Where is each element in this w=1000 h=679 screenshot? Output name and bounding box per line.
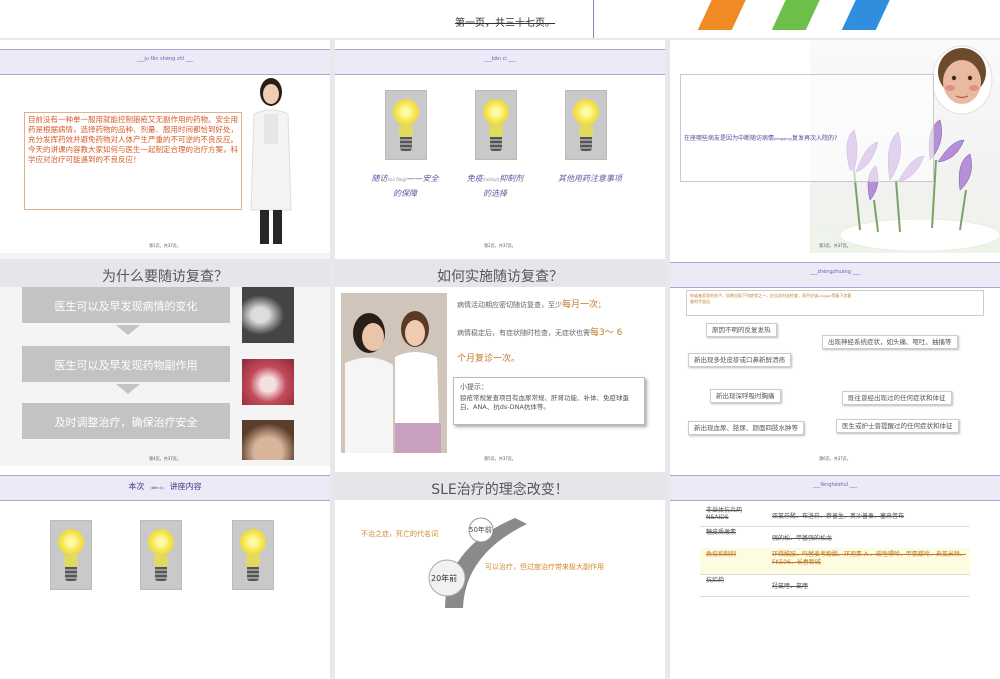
slide-thumbnail-4[interactable]: 为什么要随访复查？ 医生可以及早发现病情的变化 医生可以及早发现药物副作用 及时…: [0, 253, 330, 466]
question-box: [680, 74, 934, 182]
header-text: ___ju fǎn shèng zhǐ ___: [136, 56, 194, 62]
frequency-line-3: 个月复诊一次。: [457, 354, 521, 364]
slide-title: SLE治疗的理念改变！: [431, 482, 569, 498]
slide-title: 如何实施随访复查？: [437, 269, 563, 285]
symptom-chest-pain: 新出现深呼吸时胸痛: [710, 389, 781, 403]
timeline-arc-graphic: [428, 517, 527, 608]
question-text: 在座哪些病友是因为中断随访病情(bìngqíng)复发再次入院的?: [684, 135, 838, 142]
symptom-reminded: 医生或护士曾提醒过的任何症状和体征: [836, 419, 959, 433]
lightbulb-icon: [385, 90, 427, 160]
lightbulb-icon: [50, 520, 92, 590]
slide-thumbnail-7[interactable]: 本次 (běn cì) 讲座内容: [0, 466, 330, 679]
page-number: 第2页，共37页。: [484, 243, 516, 248]
drug-row-immunosuppressants: 免疫抑制剂 环磷酰胺、吗替麦考酚酯、环孢素 A 、硫唑嘌呤、甲氨蝶呤、来氟米特、F…: [700, 548, 970, 575]
slide-thumbnail-6[interactable]: ___zhèngzhuàng ___ 你或者家里的孩子，如果出现下列症状之一，应…: [670, 253, 1000, 466]
symptom-fever: 原因不明的反复发热: [706, 323, 777, 337]
caption-other-notes: 其他用药注意事项: [558, 174, 622, 183]
drug-row-nsaids: 非甾体抗炎药NSAIDS 双氯芬酸、布洛芬、萘普生、奥沙普秦、塞来昔布: [700, 504, 970, 527]
caption-immunosuppressant: 免疫(miǎnyì)抑制剂 的选择: [466, 174, 524, 198]
lightbulb-icon: [232, 520, 274, 590]
tip-body: 狼疮常规复查项目有血尿常规、肝肾功能、补体、免疫球蛋白、ANA、抗ds-DNA抗…: [460, 394, 629, 411]
slide-title: 为什么要随访复查？: [102, 269, 228, 285]
header-text: ___zhèngzhuàng ___: [809, 269, 861, 275]
title-bar: 如何实施随访复查？: [335, 259, 665, 287]
symptom-rash: 新出现多处皮疹或口鼻新鲜溃疡: [688, 353, 791, 367]
lightbulb-icon: [140, 520, 182, 590]
page-number: 第1页，共37页。: [149, 243, 181, 248]
badge-20-years: 20年前: [431, 574, 458, 583]
title-bar: SLE治疗的理念改变！: [335, 472, 665, 500]
page-number: 第5页，共37页。: [484, 456, 516, 461]
intro-textbox: 目前没有一种单一服用就能控制狼疮又无副作用的药物。安全用药是根据病情，选择药物的…: [24, 112, 242, 210]
slide-thumbnail-8[interactable]: SLE治疗的理念改变！ 50年前 20年前 不治之症，死亡的代名词 可以治疗，但…: [335, 466, 665, 679]
reason-box-2: 医生可以及早发现药物副作用: [22, 346, 230, 382]
badge-50-years: 50年前: [469, 526, 492, 534]
orange-shape: [697, 0, 753, 30]
divider: [593, 0, 594, 38]
slide-header-band: ___zhèngzhuàng ___: [670, 262, 1000, 288]
frequency-line-2: 病情稳定后，有症状随时检查，无症状也需每3～ 6: [457, 328, 623, 338]
down-arrow-icon: [116, 384, 140, 394]
slide-thumbnail-5[interactable]: 如何实施随访复查？ 病情活动期应密切随访复查，至少每月一次； 病情稳定后，有症状…: [335, 253, 665, 466]
title-bar: 为什么要随访复查？: [0, 259, 330, 287]
slide-thumbnail-3[interactable]: 在座哪些病友是因为中断随访病情(bìngqíng)复发再次入院的? 第3页，共3…: [670, 40, 1000, 253]
recent-label: 可以治疗，但过度治疗带来极大副作用: [485, 563, 604, 571]
mouth-ulcer-image: [242, 359, 294, 405]
warning-note-box: 你或者家里的孩子，如果出现下列症状之一，应当及时去检查，而不应该(yīnggāi…: [686, 290, 984, 316]
doctor-image: [250, 78, 292, 244]
tip-box: 小提示： 狼疮常规复查项目有血尿常规、肝肾功能、补体、免疫球蛋白、ANA、抗ds…: [453, 377, 645, 425]
frequency-line-1: 病情活动期应密切随访复查，至少每月一次；: [457, 300, 606, 310]
page-number: 第4页，共37页。: [149, 456, 181, 461]
header-text: ___bān cì ___: [484, 56, 516, 62]
reason-box-1: 医生可以及早发现病情的变化: [22, 287, 230, 323]
header-text: ___fēnghéshuǐ ___: [812, 482, 858, 488]
down-arrow-icon: [116, 325, 140, 335]
slide-thumbnail-1[interactable]: ___ju fǎn shèng zhǐ ___ 目前没有一种单一服用就能控制狼疮…: [0, 40, 330, 253]
drug-row-antimalarials: 抗疟药 羟氯喹、氯喹: [700, 574, 970, 597]
lecture-title: 本次 (běn cì) 讲座内容: [128, 482, 202, 491]
page-number: 第6页，共37页。: [819, 456, 851, 461]
caption-followup: 随访(suí fǎng)——安全 的保障: [371, 174, 439, 198]
slide-page-title: 第一页，共三十七页。: [455, 18, 555, 29]
slide-header-band: ___fēnghéshuǐ ___: [670, 475, 1000, 501]
chest-xray-image: [242, 287, 294, 343]
tip-title: 小提示：: [460, 383, 488, 391]
top-strip: 第一页，共三十七页。: [0, 0, 1000, 38]
drug-row-steroids: 糖皮质激素 强的松、甲基强的松龙: [700, 526, 970, 549]
scalp-image: [242, 420, 294, 460]
symptom-neuro: 出现神经系统症状，如头痛、呕吐、抽搐等: [822, 335, 958, 349]
reason-box-3: 及时调整治疗，确保治疗安全: [22, 403, 230, 439]
slide-thumbnail-9[interactable]: ___fēnghéshuǐ ___ 非甾体抗炎药NSAIDS 双氯芬酸、布洛芬、萘…: [670, 466, 1000, 679]
slide-thumbnail-2[interactable]: ___bān cì ___ 随访(suí fǎng)——安全 的保障 免疫(miǎ…: [335, 40, 665, 253]
symptom-hematuria: 新出现血尿、脓尿、颜面四肢水肿等: [688, 421, 804, 435]
lightbulb-icon: [565, 90, 607, 160]
past-label: 不治之症，死亡的代名词: [361, 530, 438, 538]
green-shape: [771, 0, 827, 30]
doctor-patient-image: [341, 293, 447, 453]
child-face-image: [931, 45, 993, 115]
symptom-previous: 既往曾经出现过的任何症状和体征: [842, 391, 952, 405]
slide-header-band: ___bān cì ___: [335, 49, 665, 75]
intro-text: 目前没有一种单一服用就能控制狼疮又无副作用的药物。安全用药是根据病情，选择药物的…: [28, 115, 238, 164]
blue-shape: [841, 0, 897, 30]
page-number: 第3页，共37页。: [819, 243, 851, 248]
lightbulb-icon: [475, 90, 517, 160]
